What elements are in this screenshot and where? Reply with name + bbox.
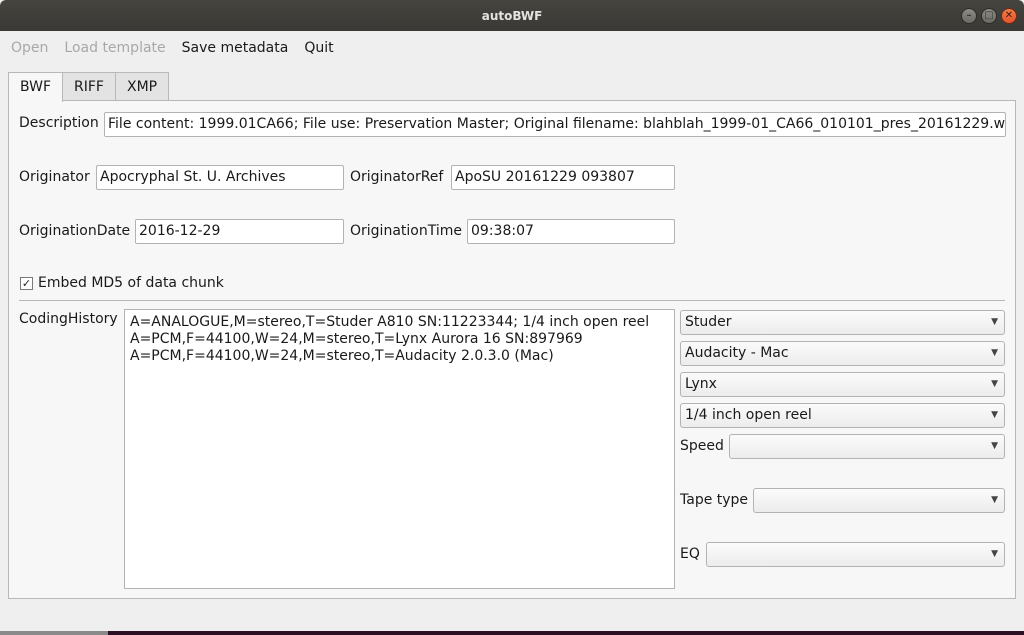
menu-save-metadata[interactable]: Save metadata	[174, 40, 297, 56]
eq-select[interactable]: ▼	[706, 542, 1005, 567]
tape-type-select[interactable]: ▼	[753, 488, 1005, 513]
format-select[interactable]: 1/4 inch open reel ▼	[680, 403, 1005, 428]
embed-md5-checkbox[interactable]: ✓	[20, 277, 33, 290]
maximize-icon[interactable]: □	[981, 8, 997, 24]
close-icon[interactable]: ✕	[1001, 8, 1017, 24]
converter-select[interactable]: Lynx ▼	[680, 372, 1005, 397]
eq-label: EQ	[680, 546, 700, 562]
software-select-value: Audacity - Mac	[685, 345, 789, 361]
desktop-taskbar-strip	[0, 631, 1024, 635]
tab-bwf[interactable]: BWF	[8, 72, 64, 102]
window-title: autoBWF	[481, 8, 543, 23]
chevron-down-icon: ▼	[991, 495, 998, 505]
originator-ref-input[interactable]: ApoSU 20161229 093807	[451, 165, 675, 190]
chevron-down-icon: ▼	[991, 348, 998, 358]
description-input[interactable]: File content: 1999.01CA66; File use: Pre…	[104, 112, 1006, 137]
chevron-down-icon: ▼	[991, 379, 998, 389]
chevron-down-icon: ▼	[991, 441, 998, 451]
chevron-down-icon: ▼	[991, 410, 998, 420]
coding-history-textarea[interactable]: A=ANALOGUE,M=stereo,T=Studer A810 SN:112…	[124, 309, 675, 589]
bwf-panel: Description File content: 1999.01CA66; F…	[8, 100, 1016, 599]
menu-quit[interactable]: Quit	[296, 40, 341, 56]
menu-open[interactable]: Open	[3, 40, 56, 56]
converter-select-value: Lynx	[685, 376, 717, 392]
tape-type-label: Tape type	[680, 492, 749, 508]
separator	[19, 300, 1005, 301]
speed-select[interactable]: ▼	[729, 434, 1005, 459]
origination-time-label: OriginationTime	[350, 223, 462, 239]
origination-time-input[interactable]: 09:38:07	[467, 219, 675, 244]
minimize-icon[interactable]: –	[961, 8, 977, 24]
embed-md5-label: Embed MD5 of data chunk	[38, 275, 224, 291]
window-controls: – □ ✕	[961, 8, 1017, 24]
chevron-down-icon: ▼	[991, 317, 998, 327]
description-label: Description	[19, 115, 99, 131]
coding-history-label: CodingHistory	[19, 311, 118, 327]
menu-bar: Open Load template Save metadata Quit	[0, 31, 1024, 64]
speed-label: Speed	[680, 438, 724, 454]
origination-date-input[interactable]: 2016-12-29	[135, 219, 344, 244]
tab-xmp[interactable]: XMP	[114, 72, 170, 101]
tab-bar: BWF RIFF XMP	[8, 72, 170, 102]
originator-input[interactable]: Apocryphal St. U. Archives	[96, 165, 344, 190]
originator-ref-label: OriginatorRef	[350, 169, 444, 185]
chevron-down-icon: ▼	[991, 549, 998, 559]
tab-riff[interactable]: RIFF	[62, 72, 116, 101]
format-select-value: 1/4 inch open reel	[685, 407, 812, 423]
origination-date-label: OriginationDate	[19, 223, 131, 239]
title-bar: autoBWF – □ ✕	[0, 0, 1024, 31]
machine-select-value: Studer	[685, 314, 732, 330]
machine-select[interactable]: Studer ▼	[680, 310, 1005, 335]
menu-load-template[interactable]: Load template	[56, 40, 173, 56]
originator-label: Originator	[19, 169, 90, 185]
software-select[interactable]: Audacity - Mac ▼	[680, 341, 1005, 366]
